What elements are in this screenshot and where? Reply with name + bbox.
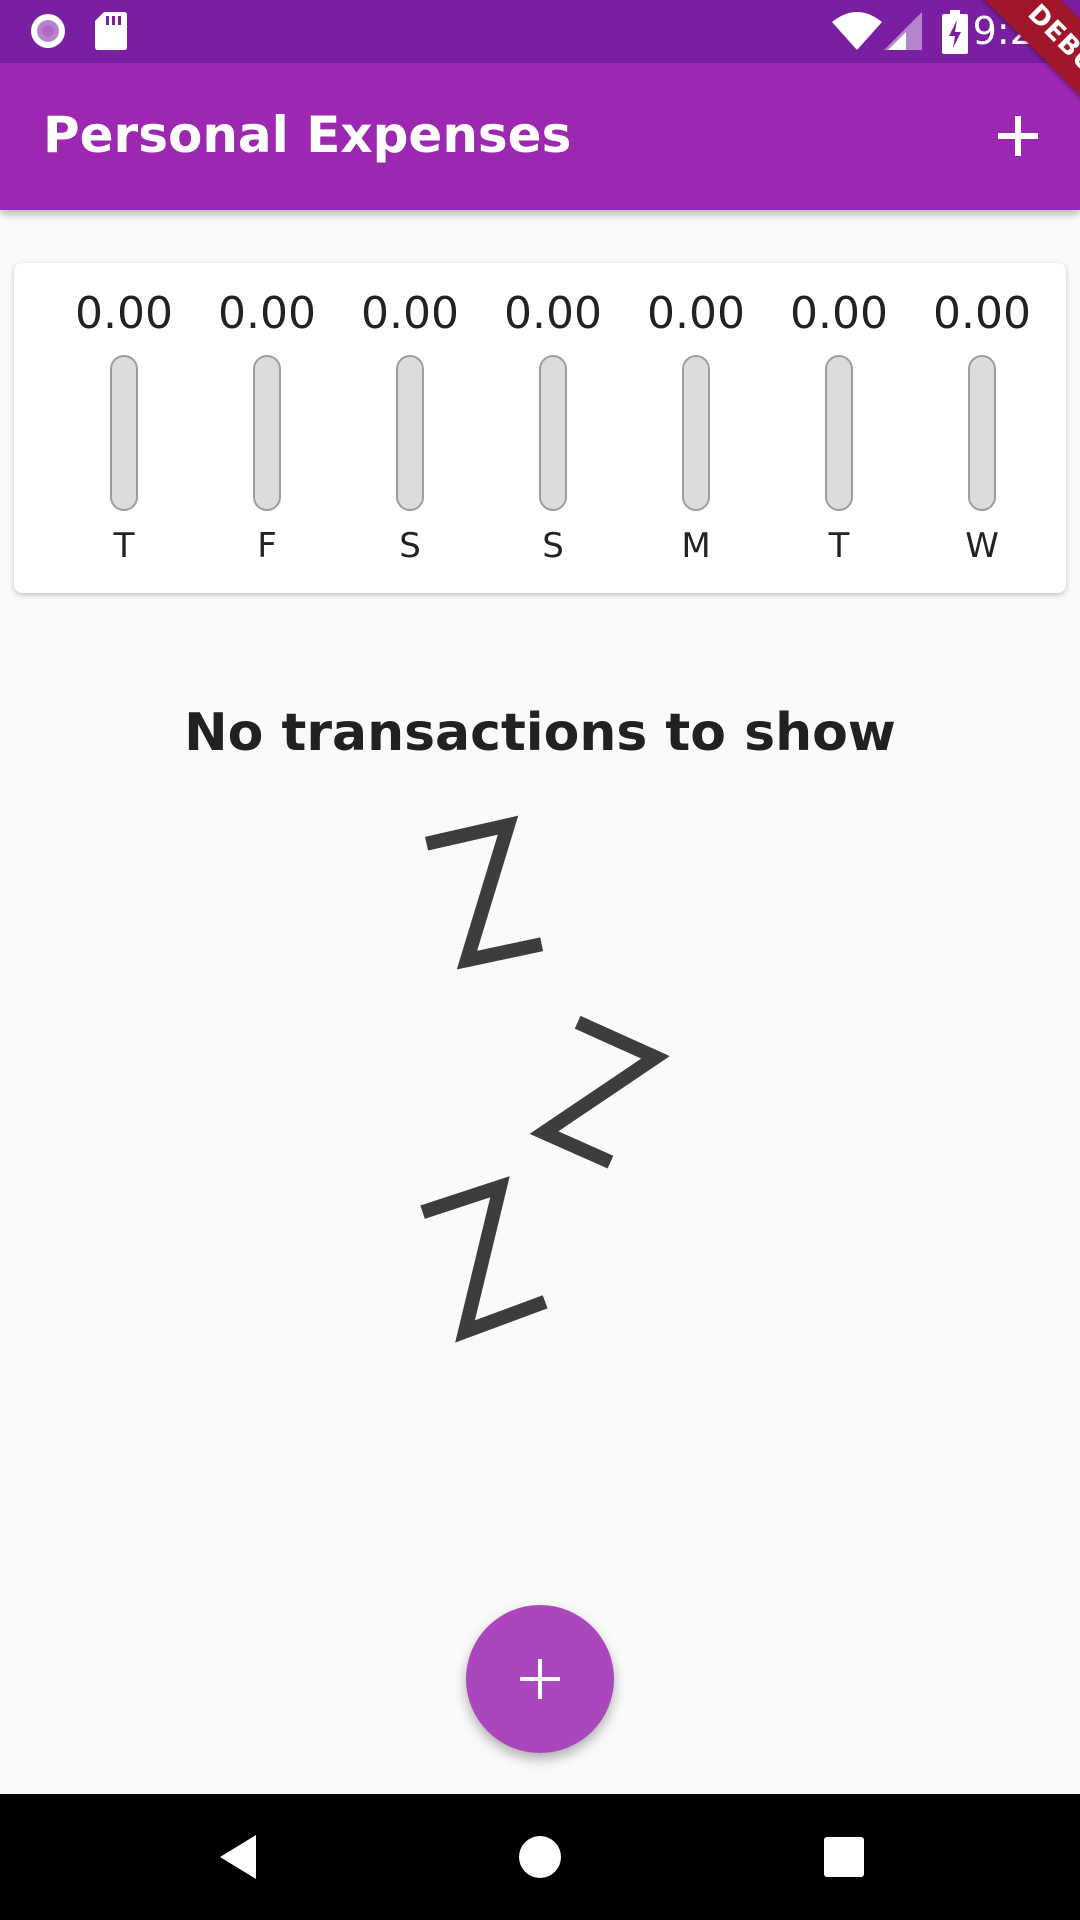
home-icon[interactable] (510, 1827, 570, 1887)
bar-track (825, 355, 853, 511)
bar-track (968, 355, 996, 511)
add-icon (520, 1659, 560, 1699)
media-notification-icon (31, 14, 65, 48)
chart-bar: 0.00 T (54, 263, 194, 593)
bar-amount: 0.00 (218, 288, 316, 339)
bar-amount: 0.00 (647, 288, 745, 339)
empty-state-title: No transactions to show (184, 703, 896, 763)
chart-bar: 0.00 F (197, 263, 337, 593)
battery-charging-icon (942, 10, 968, 54)
page-title: Personal Expenses (43, 106, 572, 164)
bar-day-label: S (542, 526, 564, 566)
chart-bar: 0.00 S (340, 263, 480, 593)
bar-amount: 0.00 (361, 288, 459, 339)
bar-day-label: M (681, 526, 711, 566)
bar-day-label: W (965, 526, 999, 566)
chart-bar: 0.00 S (483, 263, 623, 593)
recents-icon[interactable] (814, 1827, 874, 1887)
bar-track (110, 355, 138, 511)
bar-amount: 0.00 (933, 288, 1031, 339)
cell-signal-icon (884, 12, 922, 50)
add-transaction-fab[interactable] (466, 1605, 614, 1753)
wifi-icon (832, 12, 882, 50)
bar-amount: 0.00 (790, 288, 888, 339)
sd-card-icon (95, 12, 127, 50)
bar-day-label: F (257, 526, 277, 566)
add-transaction-button[interactable] (985, 103, 1051, 169)
chart-bar: 0.00 W (912, 263, 1052, 593)
back-icon[interactable] (212, 1827, 272, 1887)
bar-amount: 0.00 (75, 288, 173, 339)
weekly-chart-card: 0.00 T 0.00 F 0.00 S 0.00 S 0.00 M 0.00 … (14, 263, 1066, 593)
bar-day-label: S (399, 526, 421, 566)
app-bar: Personal Expenses (0, 63, 1080, 210)
screen: 9:20 DEBUG Personal Expenses 0.00 T 0.00… (0, 0, 1080, 1920)
bar-day-label: T (828, 526, 850, 566)
navigation-bar (0, 1794, 1080, 1920)
chart-bar: 0.00 T (769, 263, 909, 593)
bar-track (253, 355, 281, 511)
bar-track (539, 355, 567, 511)
bar-track (396, 355, 424, 511)
zzz-sleep-icon (420, 815, 670, 1343)
bar-day-label: T (113, 526, 135, 566)
chart-bar: 0.00 M (626, 263, 766, 593)
status-bar: 9:20 (0, 0, 1080, 63)
bar-amount: 0.00 (504, 288, 602, 339)
add-icon (998, 116, 1038, 156)
bar-track (682, 355, 710, 511)
